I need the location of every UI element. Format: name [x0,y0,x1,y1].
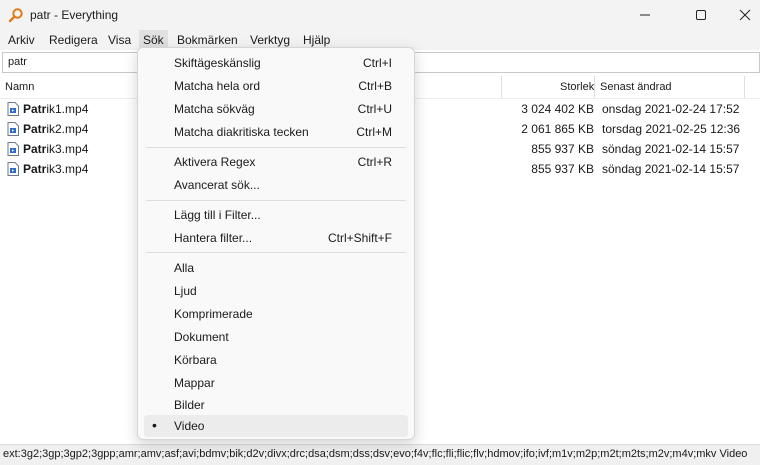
column-size[interactable]: Storlek [560,76,594,98]
menu-item-filter-pictures[interactable]: Bilder [144,394,408,416]
menu-item-match-whole-word[interactable]: Matcha hela ord Ctrl+B [144,75,408,97]
file-size: 2 061 865 KB [521,122,594,136]
column-name[interactable]: Namn [5,76,34,98]
menu-redigera[interactable]: Redigera [45,30,102,50]
search-menu-dropdown: Skiftägeskänslig Ctrl+I Matcha hela ord … [137,47,415,440]
shortcut: Ctrl+B [358,79,392,93]
file-size: 855 937 KB [531,162,594,176]
file-modified: söndag 2021-02-14 15:57 [602,162,740,176]
menu-item-match-path[interactable]: Matcha sökväg Ctrl+U [144,98,408,120]
column-divider[interactable] [501,76,502,98]
menu-item-filter-all[interactable]: Alla [144,257,408,279]
menu-item-filter-executables[interactable]: Körbara [144,349,408,371]
shortcut: Ctrl+M [356,125,392,139]
menu-item-filter-folders[interactable]: Mappar [144,372,408,394]
video-file-icon [7,102,19,116]
maximize-button[interactable] [678,0,724,30]
shortcut: Ctrl+R [357,155,392,169]
file-modified: onsdag 2021-02-24 17:52 [602,102,740,116]
file-size: 3 024 402 KB [521,102,594,116]
menu-separator [146,200,406,201]
minimize-icon [640,14,650,16]
file-size: 855 937 KB [531,142,594,156]
menu-arkiv[interactable]: Arkiv [4,30,39,50]
window-title: patr - Everything [30,8,119,22]
menu-item-case-sensitive[interactable]: Skiftägeskänslig Ctrl+I [144,52,408,74]
file-name: Patrik3.mp4 [23,142,89,156]
title-bar: patr - Everything [0,0,760,30]
video-file-icon [7,162,19,176]
column-divider[interactable] [744,76,745,98]
menu-item-add-to-filter[interactable]: Lägg till i Filter... [144,204,408,226]
file-name: Patrik3.mp4 [23,162,89,176]
file-modified: söndag 2021-02-14 15:57 [602,142,740,156]
menu-separator [146,252,406,253]
shortcut: Ctrl+U [357,102,392,116]
search-value: patr [8,56,27,68]
menu-separator [146,147,406,148]
menu-item-match-diacritics[interactable]: Matcha diakritiska tecken Ctrl+M [144,121,408,143]
file-modified: torsdag 2021-02-25 12:36 [602,122,741,136]
magnifier-icon [8,8,23,23]
shortcut: Ctrl+I [362,56,392,70]
column-divider[interactable] [594,76,595,98]
menu-visa[interactable]: Visa [104,30,135,50]
menu-item-filter-video[interactable]: • Video [144,415,408,437]
file-name: Patrik1.mp4 [23,102,89,116]
close-button[interactable] [722,0,760,30]
column-modified[interactable]: Senast ändrad [600,76,672,98]
video-file-icon [7,142,19,156]
menu-item-filter-audio[interactable]: Ljud [144,280,408,302]
menu-item-enable-regex[interactable]: Aktivera Regex Ctrl+R [144,151,408,173]
status-bar: ext:3g2;3gp;3gp2;3gpp;amr;amv;asf;avi;bd… [0,444,760,465]
maximize-icon [696,10,706,20]
menu-item-filter-documents[interactable]: Dokument [144,326,408,348]
close-icon [739,9,751,21]
file-name: Patrik2.mp4 [23,122,89,136]
menu-item-filter-compressed[interactable]: Komprimerade [144,303,408,325]
status-filter-text: ext:3g2;3gp;3gp2;3gpp;amr;amv;asf;avi;bd… [3,448,748,460]
selected-bullet-icon: • [152,417,157,433]
shortcut: Ctrl+Shift+F [327,231,392,245]
minimize-button[interactable] [622,0,668,30]
menu-item-manage-filters[interactable]: Hantera filter... Ctrl+Shift+F [144,227,408,249]
menu-item-advanced-search[interactable]: Avancerat sök... [144,174,408,196]
video-file-icon [7,122,19,136]
